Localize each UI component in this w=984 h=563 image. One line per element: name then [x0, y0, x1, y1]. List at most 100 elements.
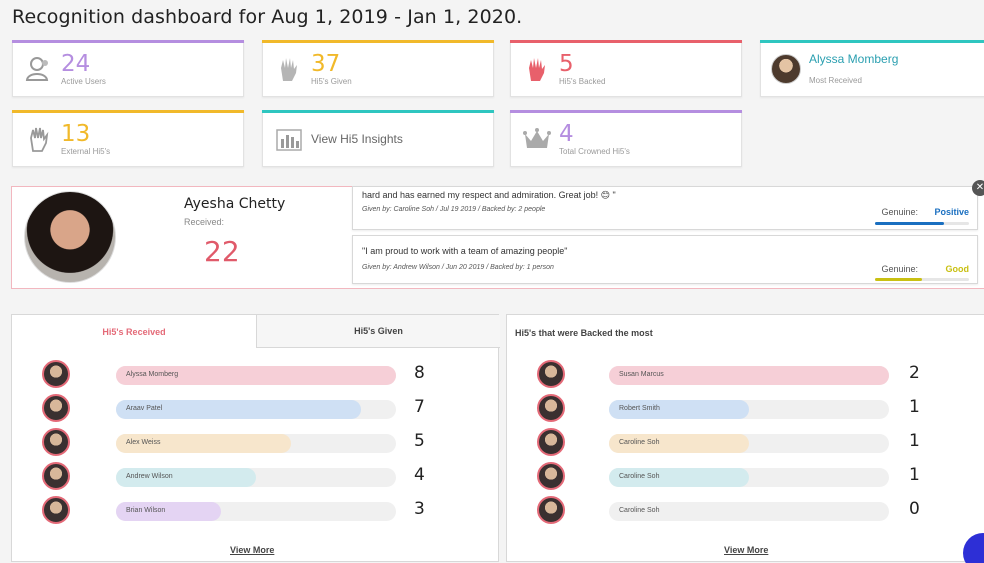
card-accent-bar	[510, 40, 742, 43]
featured-person-panel: Ayesha Chetty Received: 22 hard and has …	[11, 186, 984, 289]
avatar	[42, 428, 70, 456]
genuine-meter	[875, 222, 969, 225]
count-value: 5	[414, 431, 425, 451]
stat-label: Total Crowned Hi5's	[559, 146, 630, 156]
backed-most-panel: Hi5's that were Backed the most Susan Ma…	[506, 314, 984, 562]
count-bar: Araav Patel	[116, 400, 396, 419]
stat-card-hi5s-given[interactable]: 37 Hi5's Given	[262, 40, 494, 97]
list-item[interactable]: Susan Marcus 2	[507, 360, 984, 390]
count-value: 0	[909, 499, 920, 519]
person-name: Caroline Soh	[619, 439, 660, 446]
stat-label: Hi5's Given	[311, 76, 352, 86]
count-bar: Caroline Soh	[609, 468, 889, 487]
genuine-label: Genuine:	[881, 207, 918, 217]
count-value: 7	[414, 397, 425, 417]
featured-name: Ayesha Chetty	[184, 196, 286, 212]
view-insights-link[interactable]: View Hi5 Insights	[311, 132, 403, 146]
stat-card-hi5s-backed[interactable]: 5 Hi5's Backed	[510, 40, 742, 97]
tab-hi5s-received[interactable]: Hi5's Received	[12, 315, 256, 348]
crown-icon	[521, 123, 553, 155]
count-value: 1	[909, 431, 920, 451]
stat-card-active-users[interactable]: 24 Active Users	[12, 40, 244, 97]
message-text: "I am proud to work with a team of amazi…	[362, 246, 568, 256]
tab-hi5s-given[interactable]: Hi5's Given	[256, 315, 500, 348]
bar-chart-icon	[273, 123, 305, 155]
view-more-link[interactable]: View More	[724, 545, 768, 555]
count-bar: Caroline Soh	[609, 434, 889, 453]
card-accent-bar	[262, 40, 494, 43]
featured-avatar	[24, 191, 116, 283]
count-value: 2	[909, 363, 920, 383]
avatar	[537, 394, 565, 422]
stat-card-most-received[interactable]: Alyssa Momberg Most Received	[760, 40, 984, 97]
count-bar: Andrew Wilson	[116, 468, 396, 487]
received-label: Received:	[184, 217, 225, 227]
genuine-value: Good	[945, 264, 970, 274]
view-more-link[interactable]: View More	[230, 545, 274, 555]
person-name: Caroline Soh	[619, 507, 660, 514]
person-name: Andrew Wilson	[126, 473, 173, 480]
person-name: Susan Marcus	[619, 371, 664, 378]
close-icon[interactable]: ✕	[972, 180, 984, 196]
person-name: Alex Weiss	[126, 439, 161, 446]
panel-title: Hi5's that were Backed the most	[515, 328, 653, 338]
users-icon	[23, 53, 55, 85]
avatar	[42, 394, 70, 422]
stat-label: Active Users	[61, 76, 106, 86]
card-accent-bar	[510, 110, 742, 113]
count-value: 8	[414, 363, 425, 383]
card-accent-bar	[12, 110, 244, 113]
list-item[interactable]: Andrew Wilson 4	[12, 462, 498, 492]
count-bar: Brian Wilson	[116, 502, 396, 521]
list-item[interactable]: Caroline Soh 0	[507, 496, 984, 526]
view-insights-card[interactable]: View Hi5 Insights	[262, 110, 494, 167]
stat-label: Most Received	[809, 76, 862, 85]
message-meta: Given by: Caroline Soh / Jul 19 2019 / B…	[362, 206, 546, 213]
genuine-meter-fill	[875, 278, 922, 281]
list-item[interactable]: Robert Smith 1	[507, 394, 984, 424]
most-received-name[interactable]: Alyssa Momberg	[809, 52, 898, 66]
count-bar: Susan Marcus	[609, 366, 889, 385]
stat-value: 37	[311, 50, 341, 77]
card-accent-bar	[760, 40, 984, 43]
count-value: 4	[414, 465, 425, 485]
stat-value: 4	[559, 120, 574, 147]
card-accent-bar	[12, 40, 244, 43]
count-bar: Robert Smith	[609, 400, 889, 419]
hi5s-received-panel: Hi5's Received Hi5's Given Alyssa Momber…	[11, 314, 500, 562]
message-text: hard and has earned my respect and admir…	[362, 190, 616, 200]
avatar	[537, 496, 565, 524]
count-bar: Caroline Soh	[609, 502, 889, 521]
stat-label: External Hi5's	[61, 146, 111, 156]
avatar	[42, 496, 70, 524]
count-bar: Alex Weiss	[116, 434, 396, 453]
avatar	[537, 428, 565, 456]
person-name: Brian Wilson	[126, 507, 166, 514]
avatar	[42, 462, 70, 490]
received-count: 22	[204, 235, 240, 268]
message-card[interactable]: "I am proud to work with a team of amazi…	[352, 235, 978, 284]
genuine-meter-fill	[875, 222, 944, 225]
person-name: Robert Smith	[619, 405, 660, 412]
list-item[interactable]: Caroline Soh 1	[507, 428, 984, 458]
message-meta: Given by: Andrew Wilson / Jun 20 2019 / …	[362, 264, 554, 271]
count-value: 1	[909, 397, 920, 417]
avatar	[537, 360, 565, 388]
message-card[interactable]: hard and has earned my respect and admir…	[352, 186, 978, 230]
count-value: 1	[909, 465, 920, 485]
list-item[interactable]: Caroline Soh 1	[507, 462, 984, 492]
list-item[interactable]: Araav Patel 7	[12, 394, 498, 424]
list-item[interactable]: Alyssa Momberg 8	[12, 360, 498, 390]
list-item[interactable]: Alex Weiss 5	[12, 428, 498, 458]
stat-value: 5	[559, 50, 574, 77]
raised-hand-icon	[521, 53, 553, 85]
stat-value: 13	[61, 120, 91, 147]
list-item[interactable]: Brian Wilson 3	[12, 496, 498, 526]
card-accent-bar	[262, 110, 494, 113]
person-name: Araav Patel	[126, 405, 163, 412]
genuine-label: Genuine:	[881, 264, 918, 274]
stat-card-crowned-hi5s[interactable]: 4 Total Crowned Hi5's	[510, 110, 742, 167]
stat-card-external-hi5s[interactable]: 13 External Hi5's	[12, 110, 244, 167]
genuine-value: Positive	[934, 207, 969, 217]
avatar	[771, 53, 801, 84]
